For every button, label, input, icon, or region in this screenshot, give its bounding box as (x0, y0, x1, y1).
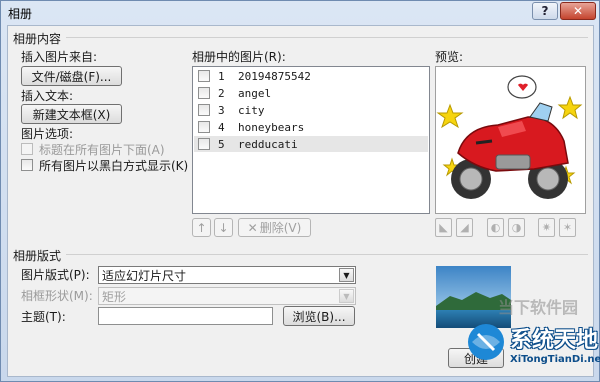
list-item-checkbox[interactable] (198, 138, 210, 150)
list-item-checkbox[interactable] (198, 121, 210, 133)
help-button[interactable]: ? (532, 2, 558, 20)
rotate-right-icon: ◢ (460, 221, 469, 234)
list-item[interactable]: 1 20194875542 (194, 68, 428, 84)
layout-group-title: 相册版式 (13, 249, 62, 263)
picture-layout-label: 图片版式(P): (21, 268, 90, 282)
contrast-down-button[interactable]: ◑ (508, 218, 525, 237)
preview-label: 预览: (435, 50, 464, 64)
list-item[interactable]: 2 angel (194, 85, 428, 101)
delete-x-icon: ✕ (247, 220, 258, 235)
frame-shape-label: 相框形状(M): (21, 289, 93, 303)
watermark-site-cn: 当下软件园 (498, 298, 579, 317)
theme-input[interactable] (98, 307, 273, 325)
list-item-name: angel (238, 86, 272, 100)
layout-group-divider (66, 254, 588, 255)
brightness-down-button[interactable]: ✶ (559, 218, 576, 237)
contrast-up-button[interactable]: ◐ (487, 218, 504, 237)
list-item[interactable]: 4 honeybears (194, 119, 428, 135)
list-item-selected[interactable]: 5 redducati (194, 136, 428, 152)
picture-layout-value: 适应幻灯片尺寸 (102, 268, 187, 283)
arrow-down-icon: ↓ (218, 220, 229, 235)
move-down-button[interactable]: ↓ (214, 218, 233, 237)
watermark-brand: 系统天地 (510, 328, 599, 353)
preview-box (435, 66, 586, 214)
rotate-left-button[interactable]: ◣ (435, 218, 452, 237)
arrow-up-icon: ↑ (196, 220, 207, 235)
title-bar[interactable]: 相册 ? ✕ (1, 1, 599, 25)
frame-shape-value: 矩形 (102, 289, 127, 304)
file-disk-button[interactable]: 文件/磁盘(F)... (21, 66, 122, 86)
theme-label: 主题(T): (21, 310, 66, 324)
list-item-number: 4 (218, 120, 225, 134)
new-textbox-button[interactable]: 新建文本框(X) (21, 104, 122, 124)
rotate-left-icon: ◣ (439, 221, 448, 234)
list-item-checkbox[interactable] (198, 70, 210, 82)
list-item-checkbox[interactable] (198, 87, 210, 99)
black-white-checkbox[interactable] (21, 159, 33, 171)
insert-from-label: 插入图片来自: (21, 50, 98, 64)
chevron-down-icon: ▼ (339, 289, 354, 303)
rotate-right-button[interactable]: ◢ (456, 218, 473, 237)
picture-options-label: 图片选项: (21, 127, 74, 141)
contrast-up-icon: ◐ (490, 221, 501, 234)
pictures-list-label: 相册中的图片(R): (192, 50, 286, 64)
globe-logo-icon (468, 324, 504, 360)
captions-below-label: 标题在所有图片下面(A) (39, 143, 165, 157)
list-item-number: 3 (218, 103, 225, 117)
list-item-name: city (238, 103, 265, 117)
list-item-number: 2 (218, 86, 225, 100)
list-item[interactable]: 3 city (194, 102, 428, 118)
brightness-up-button[interactable]: ✷ (538, 218, 555, 237)
delete-button[interactable]: ✕ 删除(V) (238, 218, 311, 237)
watermark-url: XiTongTianDi.net (510, 354, 600, 365)
frame-shape-select[interactable]: 矩形 ▼ (98, 287, 356, 305)
picture-layout-select[interactable]: 适应幻灯片尺寸 ▼ (98, 266, 356, 284)
close-button[interactable]: ✕ (560, 2, 596, 20)
chevron-down-icon: ▼ (339, 268, 354, 282)
list-item-checkbox[interactable] (198, 104, 210, 116)
content-group-divider (66, 37, 588, 38)
brightness-up-icon: ✷ (541, 221, 552, 234)
site-watermark: 当下软件园 系统天地 XiTongTianDi.net (460, 298, 600, 378)
list-item-name: 20194875542 (238, 69, 311, 83)
content-group-title: 相册内容 (13, 32, 62, 46)
motorcycle-preview-image (436, 75, 583, 199)
dialog-title: 相册 (8, 6, 33, 21)
contrast-down-icon: ◑ (511, 221, 522, 234)
list-item-number: 5 (218, 137, 225, 151)
insert-text-label: 插入文本: (21, 89, 74, 103)
captions-below-checkbox[interactable] (21, 143, 33, 155)
delete-button-label: 删除(V) (259, 221, 302, 235)
black-white-label: 所有图片以黑白方式显示(K) (39, 159, 189, 173)
list-item-name: redducati (238, 137, 298, 151)
list-item-name: honeybears (238, 120, 305, 134)
pictures-list[interactable]: 1 20194875542 2 angel 3 city 4 honeybear… (192, 66, 430, 214)
browse-button[interactable]: 浏览(B)... (283, 306, 355, 326)
brightness-down-icon: ✶ (562, 221, 573, 234)
move-up-button[interactable]: ↑ (192, 218, 211, 237)
list-item-number: 1 (218, 69, 225, 83)
